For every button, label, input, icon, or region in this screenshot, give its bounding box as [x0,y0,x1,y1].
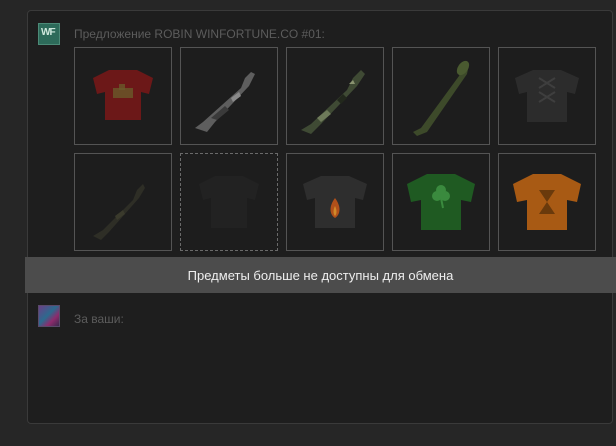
item-slot-8[interactable] [286,153,384,251]
item-dark-laced-shirt-icon [515,70,579,122]
item-empty-slot [199,176,259,228]
item-slot-4[interactable] [392,47,490,145]
item-clover-tshirt-icon [407,174,475,230]
item-slot-3[interactable] [286,47,384,145]
partner-avatar[interactable]: WF [38,23,60,45]
item-red-tshirt-icon [93,70,153,120]
item-slot-5[interactable] [498,47,596,145]
partner-avatar-mark: WF [41,27,56,38]
trade-offer-panel: WF Предложение ROBIN WINFORTUNE.CO #01: [27,10,613,424]
item-slot-7[interactable] [180,153,278,251]
your-avatar[interactable] [38,305,60,327]
item-slot-10[interactable] [498,153,596,251]
item-dark-rifle-icon [93,184,145,240]
item-flame-tshirt-icon [303,176,367,228]
your-items-heading: За ваши: [74,312,124,326]
item-slot-1[interactable] [74,47,172,145]
item-camo-rifle-icon [301,70,365,134]
unavailable-notice: Предметы больше не доступны для обмена [25,257,616,293]
item-green-launcher-icon [413,60,470,136]
offer-items-grid [74,47,596,251]
item-slot-6[interactable] [74,153,172,251]
item-orange-hourglass-shirt-icon [513,174,581,230]
item-slot-2[interactable] [180,47,278,145]
offer-heading: Предложение ROBIN WINFORTUNE.CO #01: [74,27,325,41]
item-gray-camo-rifle-icon [195,72,255,132]
item-slot-9[interactable] [392,153,490,251]
